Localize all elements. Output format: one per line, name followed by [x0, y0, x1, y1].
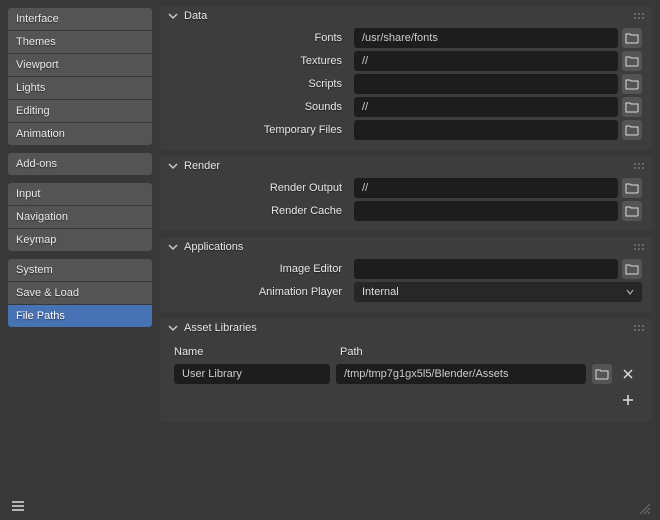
data-input-textures[interactable] — [354, 51, 618, 71]
render-label: Render Cache — [170, 205, 350, 217]
browse-folder-button[interactable] — [622, 28, 642, 48]
sidebar-item-viewport[interactable]: Viewport — [8, 54, 152, 76]
browse-folder-button[interactable] — [622, 201, 642, 221]
panel-asset-libraries-title: Asset Libraries — [184, 322, 257, 334]
chevron-down-icon — [168, 242, 178, 252]
row-image-editor: Image Editor — [170, 259, 642, 279]
render-row-render-output: Render Output — [170, 178, 642, 198]
browse-folder-button[interactable] — [622, 120, 642, 140]
browse-folder-button[interactable] — [622, 178, 642, 198]
render-row-render-cache: Render Cache — [170, 201, 642, 221]
dropdown-animation-player[interactable]: Internal — [354, 282, 642, 302]
label-image-editor: Image Editor — [170, 263, 350, 275]
asset-libraries-columns: Name Path — [174, 344, 638, 364]
browse-folder-button[interactable] — [622, 74, 642, 94]
render-input-render-cache[interactable] — [354, 201, 618, 221]
sidebar-item-interface[interactable]: Interface — [8, 8, 152, 30]
panel-data-title: Data — [184, 10, 207, 22]
data-label: Temporary Files — [170, 124, 350, 136]
data-row-scripts: Scripts — [170, 74, 642, 94]
data-label: Fonts — [170, 32, 350, 44]
chevron-down-icon — [168, 11, 178, 21]
sidebar-item-editing[interactable]: Editing — [8, 100, 152, 122]
grip-dots-icon — [634, 325, 644, 331]
data-input-scripts[interactable] — [354, 74, 618, 94]
sidebar-item-save-load[interactable]: Save & Load — [8, 282, 152, 304]
browse-folder-button[interactable] — [592, 364, 612, 384]
panel-data: Data Fonts Textures Scripts Sounds Temporary… — [160, 6, 652, 150]
sidebar-item-file-paths[interactable]: File Paths — [8, 305, 152, 327]
panel-applications-title: Applications — [184, 241, 243, 253]
panel-render-header[interactable]: Render — [160, 156, 652, 176]
data-input-sounds[interactable] — [354, 97, 618, 117]
dropdown-value: Internal — [362, 286, 399, 298]
panel-asset-libraries: Asset Libraries Name Path — [160, 318, 652, 422]
column-header-name: Name — [174, 346, 330, 358]
data-input-temporary-files[interactable] — [354, 120, 618, 140]
grip-dots-icon — [634, 244, 644, 250]
data-input-fonts[interactable] — [354, 28, 618, 48]
data-label: Sounds — [170, 101, 350, 113]
chevron-down-icon — [168, 323, 178, 333]
browse-folder-button[interactable] — [622, 97, 642, 117]
preferences-sidebar: InterfaceThemesViewportLightsEditingAnim… — [0, 0, 160, 520]
render-input-render-output[interactable] — [354, 178, 618, 198]
sidebar-item-input[interactable]: Input — [8, 183, 152, 205]
render-label: Render Output — [170, 182, 350, 194]
asset-library-row — [174, 364, 638, 384]
row-animation-player: Animation Player Internal — [170, 282, 642, 302]
add-asset-library-button[interactable] — [618, 390, 638, 410]
resize-handle-icon — [640, 504, 650, 514]
panel-render-title: Render — [184, 160, 220, 172]
input-image-editor[interactable] — [354, 259, 618, 279]
panel-render: Render Render Output Render Cache — [160, 156, 652, 231]
sidebar-item-add-ons[interactable]: Add-ons — [8, 153, 152, 175]
preferences-main: Data Fonts Textures Scripts Sounds Temporary… — [160, 0, 660, 520]
data-row-fonts: Fonts — [170, 28, 642, 48]
panel-asset-libraries-header[interactable]: Asset Libraries — [160, 318, 652, 338]
panel-applications-header[interactable]: Applications — [160, 237, 652, 257]
label-animation-player: Animation Player — [170, 286, 350, 298]
browse-folder-button[interactable] — [622, 259, 642, 279]
column-header-path: Path — [340, 346, 363, 358]
data-row-temporary-files: Temporary Files — [170, 120, 642, 140]
remove-asset-library-button[interactable] — [618, 364, 638, 384]
grip-dots-icon — [634, 163, 644, 169]
data-label: Textures — [170, 55, 350, 67]
data-row-textures: Textures — [170, 51, 642, 71]
chevron-down-icon — [626, 288, 634, 296]
asset-library-path-input[interactable] — [336, 364, 586, 384]
data-row-sounds: Sounds — [170, 97, 642, 117]
chevron-down-icon — [168, 161, 178, 171]
sidebar-item-navigation[interactable]: Navigation — [8, 206, 152, 228]
sidebar-item-keymap[interactable]: Keymap — [8, 229, 152, 251]
panel-applications: Applications Image Editor Animation Play… — [160, 237, 652, 312]
hamburger-menu-button[interactable] — [10, 498, 26, 514]
asset-library-name-input[interactable] — [174, 364, 330, 384]
grip-dots-icon — [634, 13, 644, 19]
data-label: Scripts — [170, 78, 350, 90]
sidebar-item-lights[interactable]: Lights — [8, 77, 152, 99]
sidebar-item-system[interactable]: System — [8, 259, 152, 281]
panel-data-header[interactable]: Data — [160, 6, 652, 26]
sidebar-item-themes[interactable]: Themes — [8, 31, 152, 53]
browse-folder-button[interactable] — [622, 51, 642, 71]
sidebar-item-animation[interactable]: Animation — [8, 123, 152, 145]
